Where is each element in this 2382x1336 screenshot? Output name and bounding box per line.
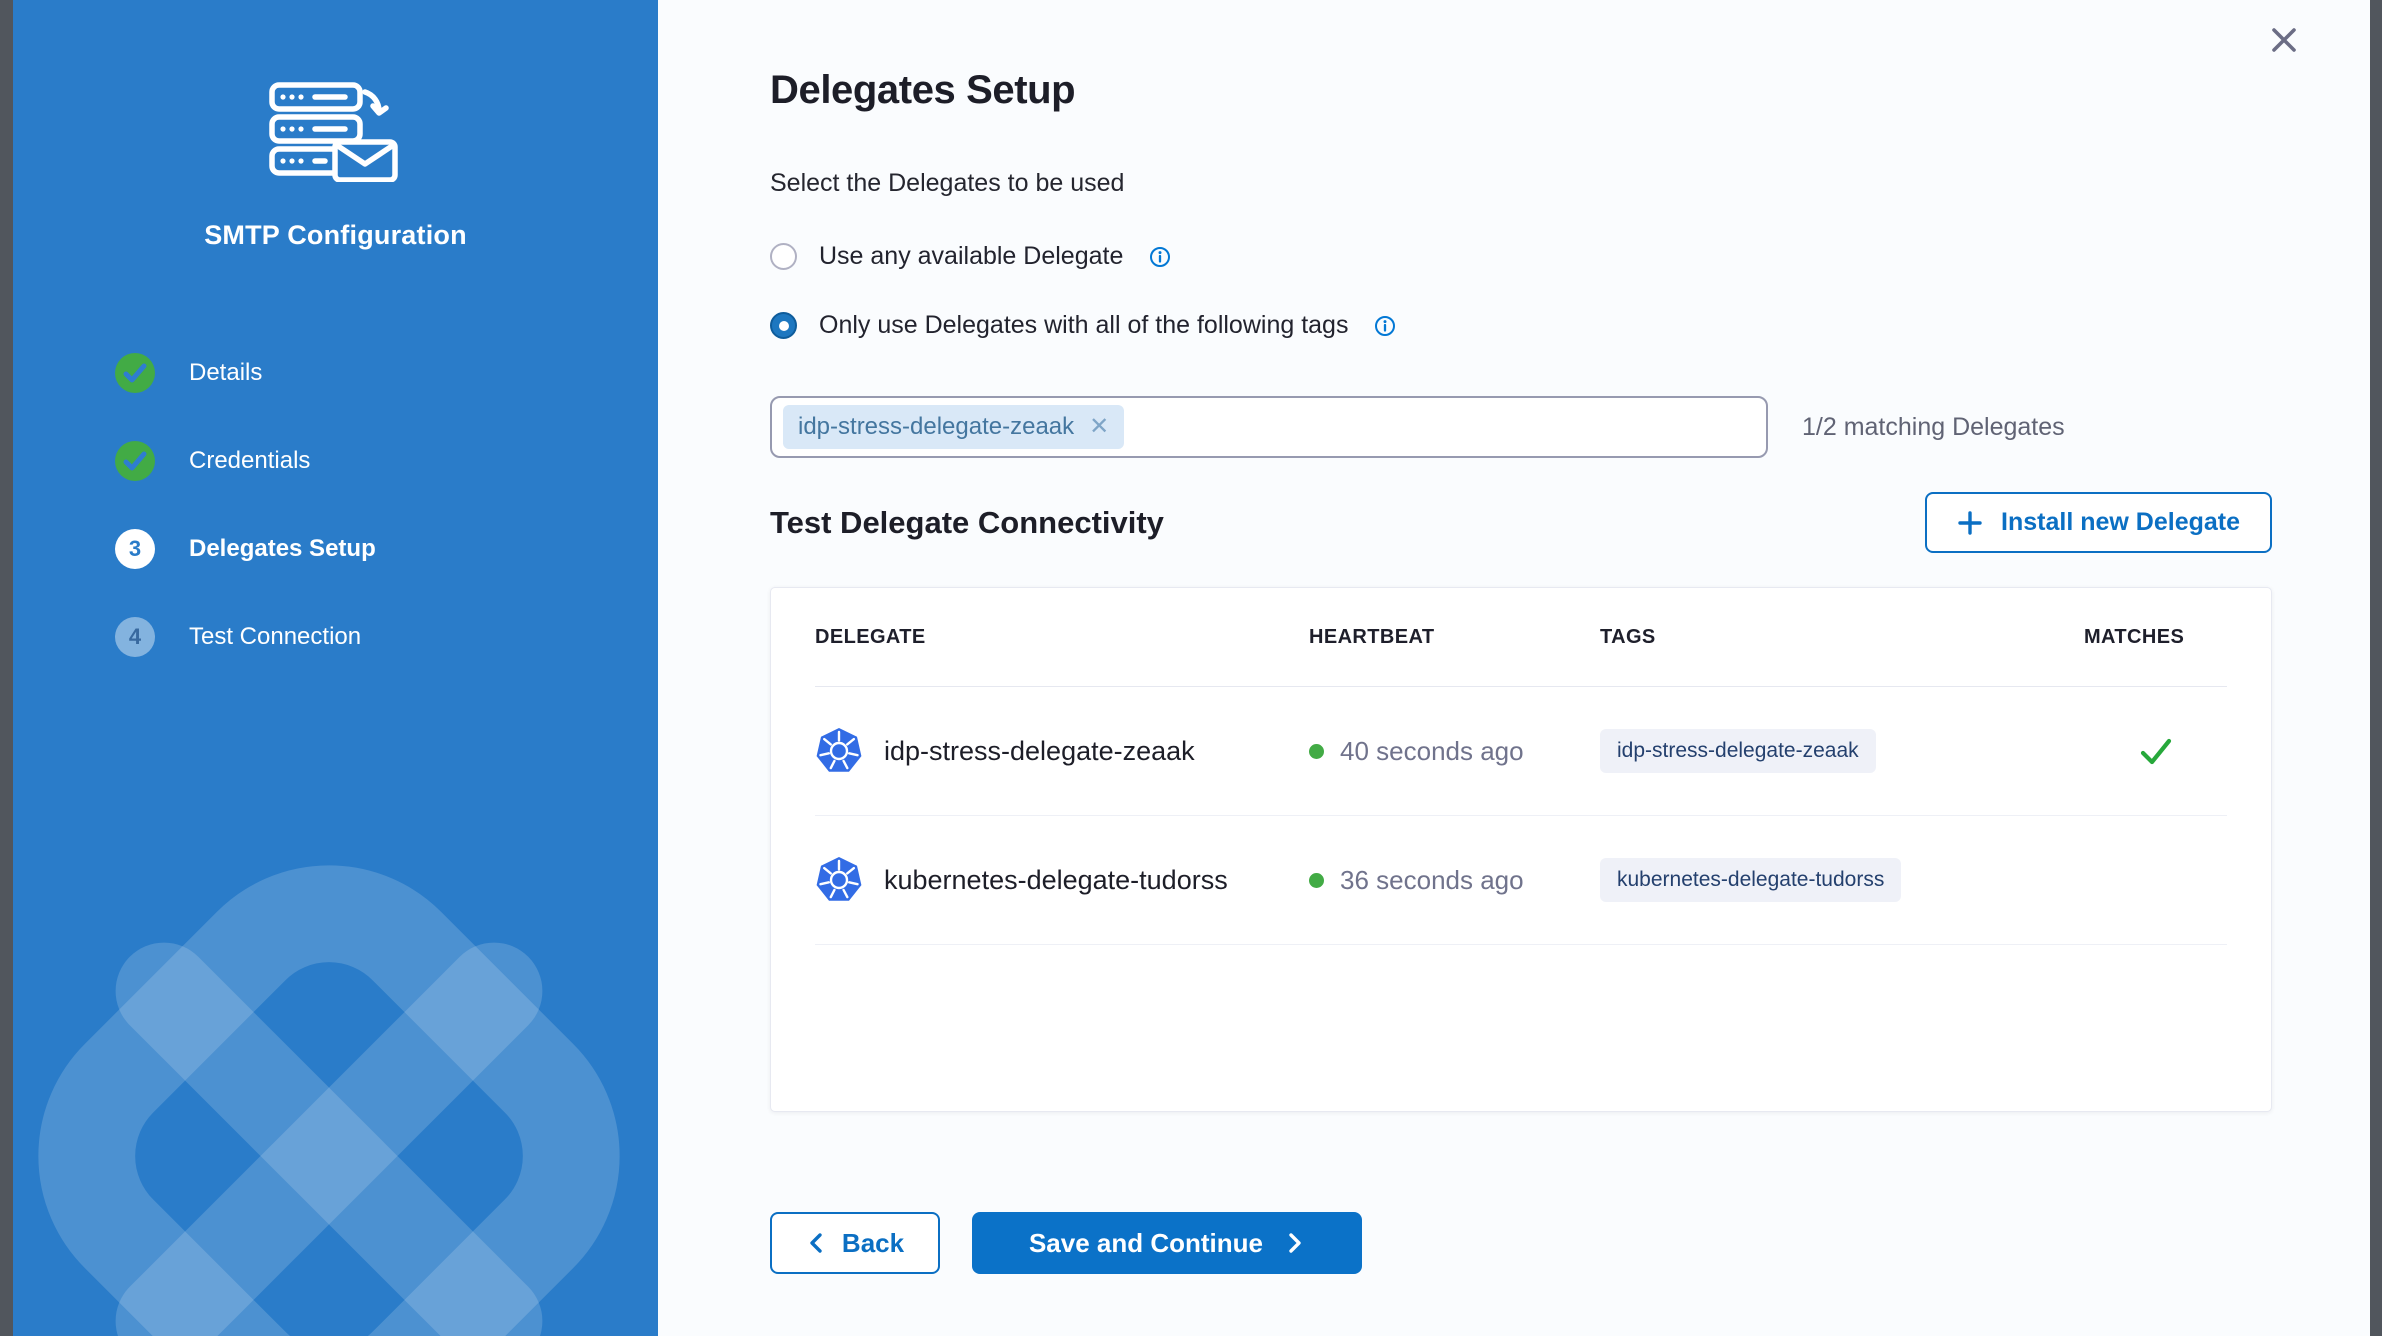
- connectivity-section-header: Test Delegate Connectivity Install new D…: [770, 492, 2272, 553]
- close-icon: [2266, 22, 2302, 58]
- radio-label: Use any available Delegate: [819, 242, 1123, 271]
- column-tags: TAGS: [1600, 626, 2084, 649]
- install-button-label: Install new Delegate: [2001, 508, 2240, 537]
- back-button-label: Back: [842, 1228, 904, 1259]
- wizard-steps: Details Credentials 3 Delegates Setup 4 …: [115, 353, 658, 657]
- step-label: Delegates Setup: [189, 535, 376, 563]
- smtp-server-mail-icon: [269, 82, 403, 182]
- heartbeat-cell: 36 seconds ago: [1309, 865, 1600, 896]
- heartbeat-text: 40 seconds ago: [1340, 736, 1524, 767]
- info-icon[interactable]: [1149, 246, 1171, 268]
- wizard-sidebar: SMTP Configuration Details Credentials: [13, 0, 658, 1336]
- step-label: Test Connection: [189, 623, 361, 651]
- info-icon[interactable]: [1374, 315, 1396, 337]
- delegate-cell: idp-stress-delegate-zeaak: [815, 727, 1309, 775]
- radio-unselected-icon[interactable]: [770, 243, 797, 270]
- step-number-badge: 4: [115, 617, 155, 657]
- wizard-footer: Back Save and Continue: [770, 1212, 2272, 1274]
- step-credentials[interactable]: Credentials: [115, 441, 658, 481]
- step-complete-icon: [115, 441, 155, 481]
- check-icon: [115, 353, 155, 393]
- tags-cell: idp-stress-delegate-zeaak: [1600, 729, 2084, 773]
- section-title: Test Delegate Connectivity: [770, 505, 1164, 541]
- chevron-left-icon: [806, 1231, 828, 1255]
- kubernetes-icon: [815, 856, 863, 904]
- save-button-label: Save and Continue: [1029, 1228, 1263, 1259]
- back-button[interactable]: Back: [770, 1212, 940, 1274]
- page-title: Delegates Setup: [770, 68, 2272, 113]
- delegate-cell: kubernetes-delegate-tudorss: [815, 856, 1309, 904]
- step-test-connection[interactable]: 4 Test Connection: [115, 617, 658, 657]
- tag-chip-label: idp-stress-delegate-zeaak: [798, 413, 1074, 441]
- delegate-tags-input[interactable]: idp-stress-delegate-zeaak ✕: [770, 396, 1768, 458]
- radio-delegates-with-tags[interactable]: Only use Delegates with all of the follo…: [770, 311, 2272, 340]
- close-button[interactable]: [2264, 20, 2304, 60]
- radio-any-delegate[interactable]: Use any available Delegate: [770, 242, 2272, 271]
- radio-label: Only use Delegates with all of the follo…: [819, 311, 1348, 340]
- harness-logo-watermark: [13, 826, 658, 1336]
- table-row[interactable]: kubernetes-delegate-tudorss 36 seconds a…: [815, 816, 2227, 945]
- heartbeat-dot: [1309, 873, 1324, 888]
- matches-cell: [2084, 733, 2227, 769]
- check-icon: [2138, 733, 2174, 769]
- step-delegates-setup[interactable]: 3 Delegates Setup: [115, 529, 658, 569]
- smtp-configuration-wizard: SMTP Configuration Details Credentials: [13, 0, 2370, 1336]
- step-label: Details: [189, 359, 262, 387]
- remove-tag-icon[interactable]: ✕: [1089, 415, 1109, 439]
- radio-selected-icon[interactable]: [770, 312, 797, 339]
- delegate-tag-badge: kubernetes-delegate-tudorss: [1600, 858, 1901, 902]
- save-and-continue-button[interactable]: Save and Continue: [972, 1212, 1362, 1274]
- heartbeat-cell: 40 seconds ago: [1309, 736, 1600, 767]
- heartbeat-text: 36 seconds ago: [1340, 865, 1524, 896]
- column-heartbeat: HEARTBEAT: [1309, 626, 1600, 649]
- step-label: Credentials: [189, 447, 310, 475]
- step-number-badge: 3: [115, 529, 155, 569]
- kubernetes-icon: [815, 727, 863, 775]
- column-delegate: DELEGATE: [815, 626, 1309, 649]
- delegate-name: idp-stress-delegate-zeaak: [884, 736, 1195, 767]
- delegate-tag-badge: idp-stress-delegate-zeaak: [1600, 729, 1876, 773]
- check-icon: [115, 441, 155, 481]
- tags-input-row: idp-stress-delegate-zeaak ✕ 1/2 matching…: [770, 396, 2272, 458]
- tags-cell: kubernetes-delegate-tudorss: [1600, 858, 2084, 902]
- delegates-setup-panel: Delegates Setup Select the Delegates to …: [658, 0, 2370, 1336]
- delegates-table: DELEGATE HEARTBEAT TAGS MATCHES: [770, 587, 2272, 1112]
- chevron-right-icon: [1283, 1231, 1305, 1255]
- wizard-title: SMTP Configuration: [13, 220, 658, 251]
- install-new-delegate-button[interactable]: Install new Delegate: [1925, 492, 2272, 553]
- step-details[interactable]: Details: [115, 353, 658, 393]
- table-header-row: DELEGATE HEARTBEAT TAGS MATCHES: [815, 588, 2227, 687]
- tag-chip: idp-stress-delegate-zeaak ✕: [783, 405, 1124, 449]
- delegate-selection-radio-group: Use any available Delegate Only use Dele…: [770, 242, 2272, 340]
- select-delegates-label: Select the Delegates to be used: [770, 169, 2272, 198]
- column-matches: MATCHES: [2084, 626, 2227, 649]
- heartbeat-dot: [1309, 744, 1324, 759]
- matching-delegates-count: 1/2 matching Delegates: [1802, 413, 2065, 442]
- plus-icon: [1957, 510, 1983, 536]
- delegate-name: kubernetes-delegate-tudorss: [884, 865, 1228, 896]
- step-complete-icon: [115, 353, 155, 393]
- table-row[interactable]: idp-stress-delegate-zeaak 40 seconds ago…: [815, 687, 2227, 816]
